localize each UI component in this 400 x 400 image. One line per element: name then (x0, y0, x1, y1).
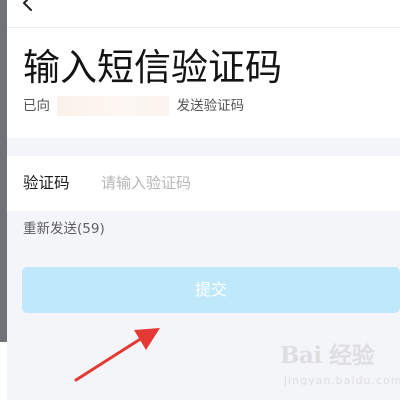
sms-verification-screen: 输入短信验证码 已向 发送验证码 验证码 重新发送(59) 提交 (7, 0, 400, 400)
watermark: Bai 经验 jingyan.baidu.com (280, 341, 400, 397)
chevron-left-icon[interactable] (17, 0, 37, 16)
header-section: 输入短信验证码 已向 发送验证码 (7, 0, 400, 138)
watermark-url: jingyan.baidu.com (284, 374, 400, 387)
header-divider (7, 27, 400, 28)
masked-phone-number (57, 96, 170, 116)
sent-prefix: 已向 (23, 98, 50, 114)
submit-button[interactable]: 提交 (22, 267, 400, 313)
left-edge-strip (0, 0, 7, 400)
sent-info: 已向 发送验证码 (23, 96, 244, 116)
verification-code-label: 验证码 (23, 174, 70, 192)
left-edge-strip-bottom (0, 342, 7, 400)
sent-suffix: 发送验证码 (176, 98, 245, 114)
verification-code-input[interactable] (101, 169, 371, 197)
verification-code-row: 验证码 (7, 156, 400, 211)
resend-countdown[interactable]: 重新发送(59) (23, 219, 105, 239)
page-title: 输入短信验证码 (23, 46, 282, 89)
watermark-logo: Bai 经验 (280, 342, 375, 369)
